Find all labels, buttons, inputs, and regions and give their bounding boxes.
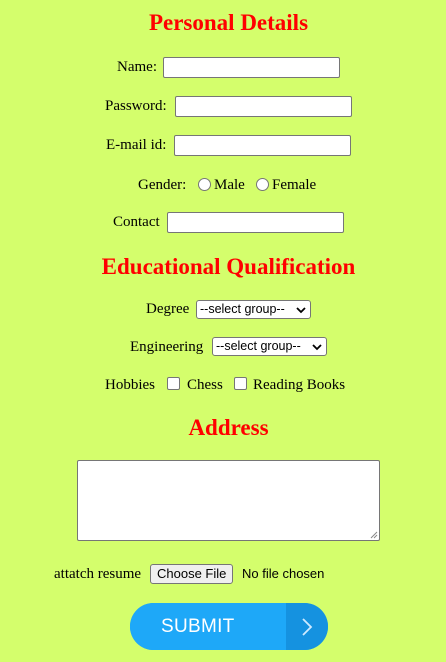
email-input[interactable] [174, 135, 351, 156]
personal-details-heading: Personal Details [148, 10, 309, 35]
chevron-down-icon [296, 306, 306, 313]
password-input[interactable] [175, 96, 352, 117]
submit-arrow-section [286, 603, 328, 650]
engineering-select[interactable]: --select group-- [212, 337, 327, 356]
gender-female-label: Female [272, 177, 317, 193]
resume-label: attatch resume [54, 566, 142, 582]
submit-label: SUBMIT [130, 603, 286, 650]
chevron-down-icon [312, 343, 322, 350]
address-textarea[interactable] [77, 460, 380, 541]
choose-file-button[interactable]: Choose File [150, 564, 234, 584]
engineering-select-value: --select group-- [216, 339, 301, 353]
name-input[interactable] [163, 57, 340, 78]
contact-input[interactable] [167, 212, 344, 233]
gender-female-radio[interactable] [256, 178, 269, 191]
degree-select[interactable]: --select group-- [196, 300, 311, 319]
gender-label: Gender: [138, 177, 187, 193]
password-label: Password: [105, 98, 167, 114]
name-label: Name: [117, 59, 157, 75]
hobby-reading-checkbox[interactable] [234, 377, 247, 390]
hobby-chess-label: Chess [187, 377, 223, 393]
resize-handle-icon[interactable] [370, 531, 378, 539]
contact-label: Contact [113, 214, 160, 230]
file-status-text: No file chosen [242, 566, 325, 581]
email-label: E-mail id: [106, 137, 167, 153]
hobby-reading-label: Reading Books [253, 377, 346, 393]
submit-button[interactable]: SUBMIT [130, 603, 328, 650]
hobbies-label: Hobbies [105, 377, 155, 393]
hobby-chess-checkbox[interactable] [167, 377, 180, 390]
engineering-label: Engineering [130, 339, 204, 355]
gender-male-label: Male [214, 177, 245, 193]
degree-label: Degree [146, 301, 190, 317]
degree-select-value: --select group-- [200, 302, 285, 316]
chevron-right-icon [302, 617, 313, 636]
education-heading: Educational Qualification [101, 254, 356, 279]
gender-male-radio[interactable] [198, 178, 211, 191]
address-heading: Address [188, 415, 269, 440]
